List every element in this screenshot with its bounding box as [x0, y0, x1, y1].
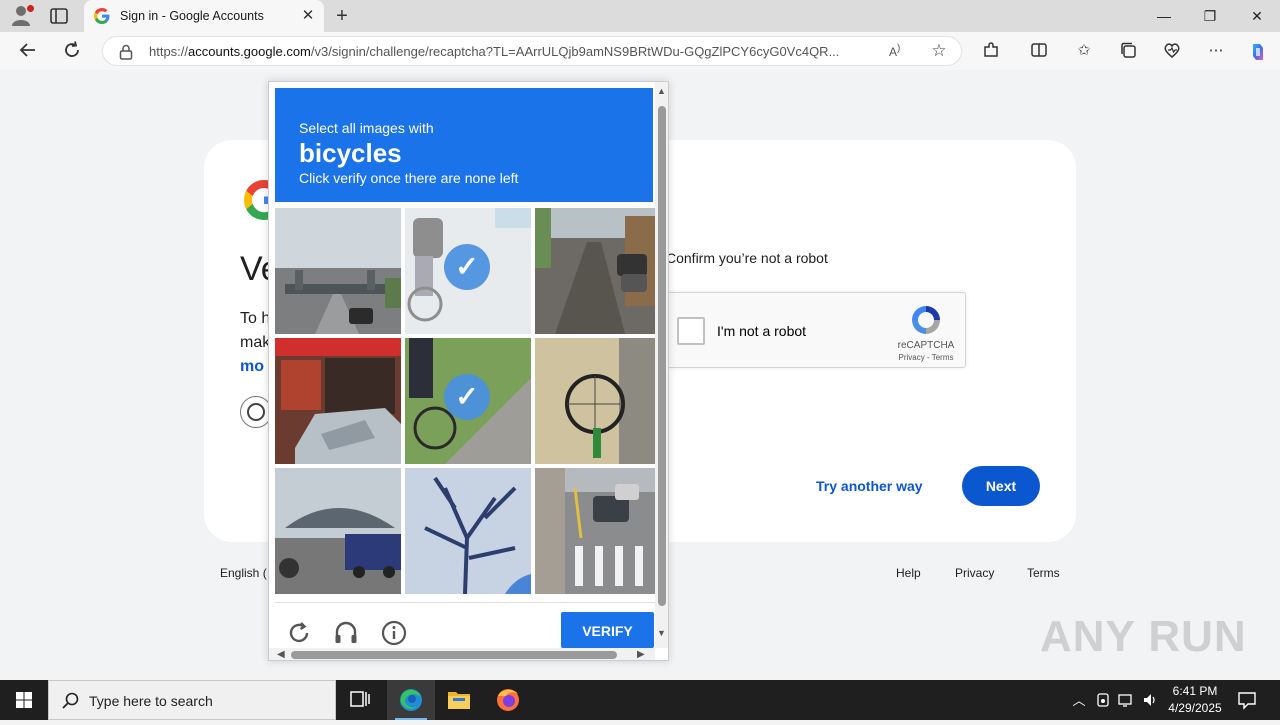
captcha-tile-5[interactable]: ✓: [405, 338, 531, 464]
tab-sign-in[interactable]: Sign in - Google Accounts ✕: [84, 0, 324, 32]
copilot-icon[interactable]: [1247, 41, 1267, 61]
back-icon[interactable]: [17, 40, 39, 62]
next-button[interactable]: Next: [962, 466, 1040, 506]
address-bar[interactable]: https://accounts.google.com/v3/signin/ch…: [102, 36, 962, 66]
captcha-tile-8[interactable]: [405, 468, 531, 594]
lock-icon[interactable]: [119, 44, 133, 60]
taskbar-search-input[interactable]: Type here to search: [48, 680, 336, 720]
read-aloud-icon[interactable]: A): [889, 43, 907, 61]
start-button-icon[interactable]: [0, 680, 48, 720]
account-icon: [247, 403, 265, 421]
refresh-icon[interactable]: [61, 40, 83, 62]
firefox-icon[interactable]: [484, 680, 532, 720]
captcha-tile-1[interactable]: [275, 208, 401, 334]
captcha-tile-2[interactable]: ✓: [405, 208, 531, 334]
tab-strip: Sign in - Google Accounts ✕ + — ❐ ✕: [0, 0, 1280, 32]
edge-icon[interactable]: [387, 680, 435, 720]
captcha-horizontal-scrollbar[interactable]: ◀ ▶: [269, 648, 655, 660]
selected-check-icon: ✓: [444, 244, 490, 290]
reload-icon[interactable]: [286, 620, 312, 646]
watermark: ANY RUN: [1040, 612, 1247, 661]
captcha-vertical-scrollbar[interactable]: ▲ ▼: [655, 82, 668, 648]
clock-time: 6:41 PM: [1172, 684, 1218, 698]
info-icon[interactable]: [381, 620, 407, 646]
body-text-line2: mak: [240, 334, 271, 351]
learn-more-link[interactable]: mo: [240, 358, 264, 376]
url-text: https://accounts.google.com/v3/signin/ch…: [149, 44, 840, 59]
clock-date: 4/29/2025: [1168, 701, 1222, 715]
body-text-line1: To h: [240, 310, 271, 327]
minimize-icon[interactable]: —: [1141, 0, 1187, 32]
try-another-way-button[interactable]: Try another way: [816, 478, 923, 494]
captcha-tile-7[interactable]: [275, 468, 401, 594]
scroll-thumb[interactable]: [291, 651, 617, 659]
recaptcha-name: reCAPTCHA: [897, 340, 955, 351]
not-robot-checkbox[interactable]: [677, 317, 705, 345]
volume-icon[interactable]: [1141, 692, 1159, 710]
file-explorer-icon[interactable]: [435, 680, 483, 720]
scroll-right-icon[interactable]: ▶: [637, 649, 645, 660]
search-placeholder: Type here to search: [89, 693, 213, 709]
captcha-line3: Click verify once there are none left: [299, 170, 519, 186]
scroll-up-icon[interactable]: ▲: [657, 86, 666, 96]
task-view-icon[interactable]: [336, 680, 384, 720]
browser-essentials-icon[interactable]: [1162, 41, 1182, 61]
captcha-tile-6[interactable]: [535, 338, 661, 464]
scroll-left-icon[interactable]: ◀: [277, 649, 285, 660]
taskbar: Type here to search ︿ 6:41 PM 4/29/2025: [0, 680, 1280, 720]
terms-link[interactable]: Terms: [1027, 566, 1060, 580]
captcha-line1: Select all images with: [299, 120, 434, 136]
verify-button[interactable]: VERIFY: [561, 612, 654, 648]
recaptcha-widget: I'm not a robot reCAPTCHA Privacy - Term…: [664, 292, 966, 368]
privacy-link[interactable]: Privacy: [955, 566, 994, 580]
more-icon[interactable]: ⋯: [1206, 41, 1226, 61]
recaptcha-logo-icon: [909, 303, 943, 337]
checkbox-label: I'm not a robot: [717, 323, 807, 339]
captcha-challenge: Select all images with bicycles Click ve…: [268, 81, 669, 661]
captcha-tile-9[interactable]: [535, 468, 661, 594]
confirm-robot-text: Confirm you’re not a robot: [666, 250, 828, 266]
divider: [275, 602, 655, 603]
tab-actions-icon[interactable]: [48, 6, 70, 26]
collections-icon[interactable]: [1118, 41, 1138, 61]
favorites-icon[interactable]: ✩: [1074, 41, 1094, 61]
close-tab-icon[interactable]: ✕: [300, 8, 316, 24]
new-tab-icon[interactable]: +: [332, 6, 352, 26]
captcha-tile-4[interactable]: [275, 338, 401, 464]
search-icon: [61, 691, 81, 711]
captcha-instructions: Select all images with bicycles Click ve…: [275, 88, 653, 202]
browser-toolbar: https://accounts.google.com/v3/signin/ch…: [0, 32, 1280, 70]
tray-overflow-icon[interactable]: ︿: [1070, 692, 1088, 710]
notification-icon[interactable]: [1236, 690, 1258, 710]
help-link[interactable]: Help: [896, 566, 921, 580]
network-icon[interactable]: [1117, 692, 1135, 710]
extensions-icon[interactable]: [981, 41, 1001, 61]
favorite-star-icon[interactable]: ☆: [929, 41, 949, 61]
profile-icon[interactable]: [10, 4, 34, 28]
tab-title: Sign in - Google Accounts: [120, 9, 264, 23]
selected-check-icon: ✓: [444, 374, 490, 420]
tray-device-icon[interactable]: [1094, 692, 1112, 710]
system-clock[interactable]: 6:41 PM 4/29/2025: [1160, 683, 1230, 717]
close-window-icon[interactable]: ✕: [1234, 0, 1280, 32]
recaptcha-terms-link[interactable]: Privacy - Terms: [891, 353, 961, 362]
audio-icon[interactable]: [333, 620, 359, 646]
maximize-icon[interactable]: ❐: [1187, 0, 1233, 32]
captcha-tile-3[interactable]: [535, 208, 661, 334]
split-screen-icon[interactable]: [1029, 41, 1049, 61]
language-selector[interactable]: English (: [220, 566, 267, 580]
captcha-target: bicycles: [299, 138, 402, 168]
google-favicon: [94, 8, 110, 24]
scroll-down-icon[interactable]: ▼: [657, 628, 666, 638]
scroll-thumb[interactable]: [658, 106, 666, 606]
